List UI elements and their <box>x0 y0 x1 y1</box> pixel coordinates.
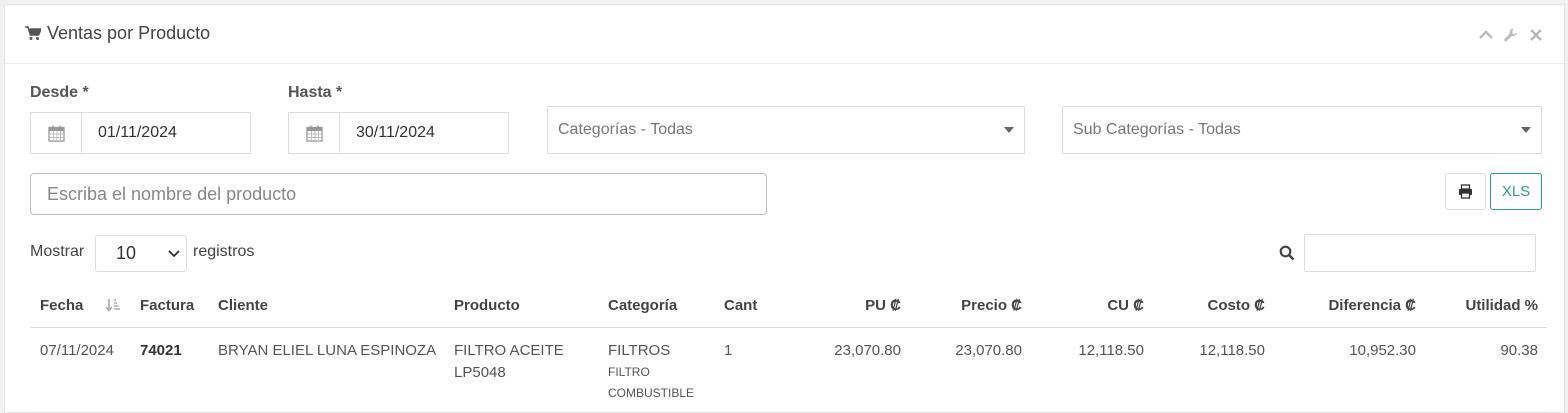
cell-fecha: 07/11/2024 <box>40 342 114 359</box>
column-header-utilidad[interactable]: Utilidad % <box>1428 297 1538 314</box>
xls-export-button[interactable]: XLS <box>1490 173 1542 210</box>
categorias-select[interactable]: Categorías - Todas <box>547 106 1025 154</box>
print-icon <box>1459 184 1472 199</box>
sales-by-product-panel: Ventas por Producto Desde * 01/11/2024 H… <box>4 4 1565 413</box>
cell-costo: 12,118.50 <box>1199 342 1265 359</box>
page-length-value: 10 <box>116 243 137 263</box>
search-icon <box>1279 245 1295 261</box>
table-search-input[interactable] <box>1304 234 1536 272</box>
column-header-categoria[interactable]: Categoría <box>608 297 677 314</box>
caret-down-icon <box>1521 127 1531 133</box>
panel-tools <box>1478 27 1544 43</box>
cell-factura: 74021 <box>140 342 182 359</box>
cell-precio: 23,070.80 <box>955 342 1022 359</box>
cell-cant: 1 <box>724 342 733 359</box>
cell-utilidad: 90.38 <box>1500 342 1538 359</box>
caret-down-icon <box>1004 127 1014 133</box>
desde-date-field[interactable]: 01/11/2024 <box>30 112 251 154</box>
chevron-up-icon[interactable] <box>1478 27 1494 43</box>
show-label: Mostrar <box>30 243 85 260</box>
subcategorias-select-value: Sub Categorías - Todas <box>1073 121 1241 138</box>
column-header-cliente[interactable]: Cliente <box>218 297 268 314</box>
column-header-factura[interactable]: Factura <box>140 297 194 314</box>
panel-title-text: Ventas por Producto <box>47 23 211 43</box>
hasta-date-field[interactable]: 30/11/2024 <box>288 112 509 154</box>
cell-cliente: BRYAN ELIEL LUNA ESPINOZA <box>218 342 437 359</box>
column-header-label: Fecha <box>40 297 84 314</box>
close-icon[interactable] <box>1528 27 1544 43</box>
hasta-label: Hasta * <box>288 84 343 101</box>
panel-title: Ventas por Producto <box>25 23 210 44</box>
desde-date-input[interactable]: 01/11/2024 <box>82 113 250 153</box>
cell-cu: 12,118.50 <box>1078 342 1144 359</box>
cell-pu: 23,070.80 <box>834 342 901 359</box>
column-header-cant[interactable]: Cant <box>724 297 757 314</box>
product-search-placeholder: Escriba el nombre del producto <box>47 183 297 204</box>
categorias-select-value: Categorías - Todas <box>558 121 693 138</box>
cell-diferencia: 10,952.30 <box>1349 342 1416 359</box>
subcategorias-select[interactable]: Sub Categorías - Todas <box>1062 106 1542 154</box>
header-divider <box>30 327 1547 328</box>
column-header-costo[interactable]: Costo ₡ <box>1165 297 1266 314</box>
column-header-cu[interactable]: CU ₡ <box>1044 297 1144 314</box>
desde-label: Desde * <box>30 84 89 101</box>
cell-categoria-main: FILTROS <box>608 342 671 359</box>
records-label: registros <box>193 243 255 260</box>
cell-categoria: FILTROS FILTRO COMBUSTIBLE <box>608 340 718 404</box>
chevron-down-icon <box>168 250 180 258</box>
sort-desc-icon[interactable] <box>105 299 121 313</box>
print-button[interactable] <box>1445 173 1486 210</box>
column-header-producto[interactable]: Producto <box>454 297 520 314</box>
calendar-icon[interactable] <box>31 113 82 153</box>
page-length-select[interactable]: 10 <box>95 235 187 272</box>
column-header-fecha[interactable]: Fecha <box>40 297 83 314</box>
column-header-precio[interactable]: Precio ₡ <box>922 297 1022 314</box>
column-header-pu[interactable]: PU ₡ <box>801 297 901 314</box>
calendar-icon[interactable] <box>289 113 340 153</box>
column-header-diferencia[interactable]: Diferencia ₡ <box>1278 297 1416 314</box>
wrench-icon[interactable] <box>1503 27 1519 43</box>
product-search-input[interactable]: Escriba el nombre del producto <box>30 173 767 215</box>
hasta-date-input[interactable]: 30/11/2024 <box>340 113 508 153</box>
cell-producto: FILTRO ACEITE LP5048 <box>454 342 564 381</box>
shopping-cart-icon <box>25 26 41 40</box>
cell-subcategoria: FILTRO COMBUSTIBLE <box>608 365 695 400</box>
panel-header: Ventas por Producto <box>5 5 1564 64</box>
